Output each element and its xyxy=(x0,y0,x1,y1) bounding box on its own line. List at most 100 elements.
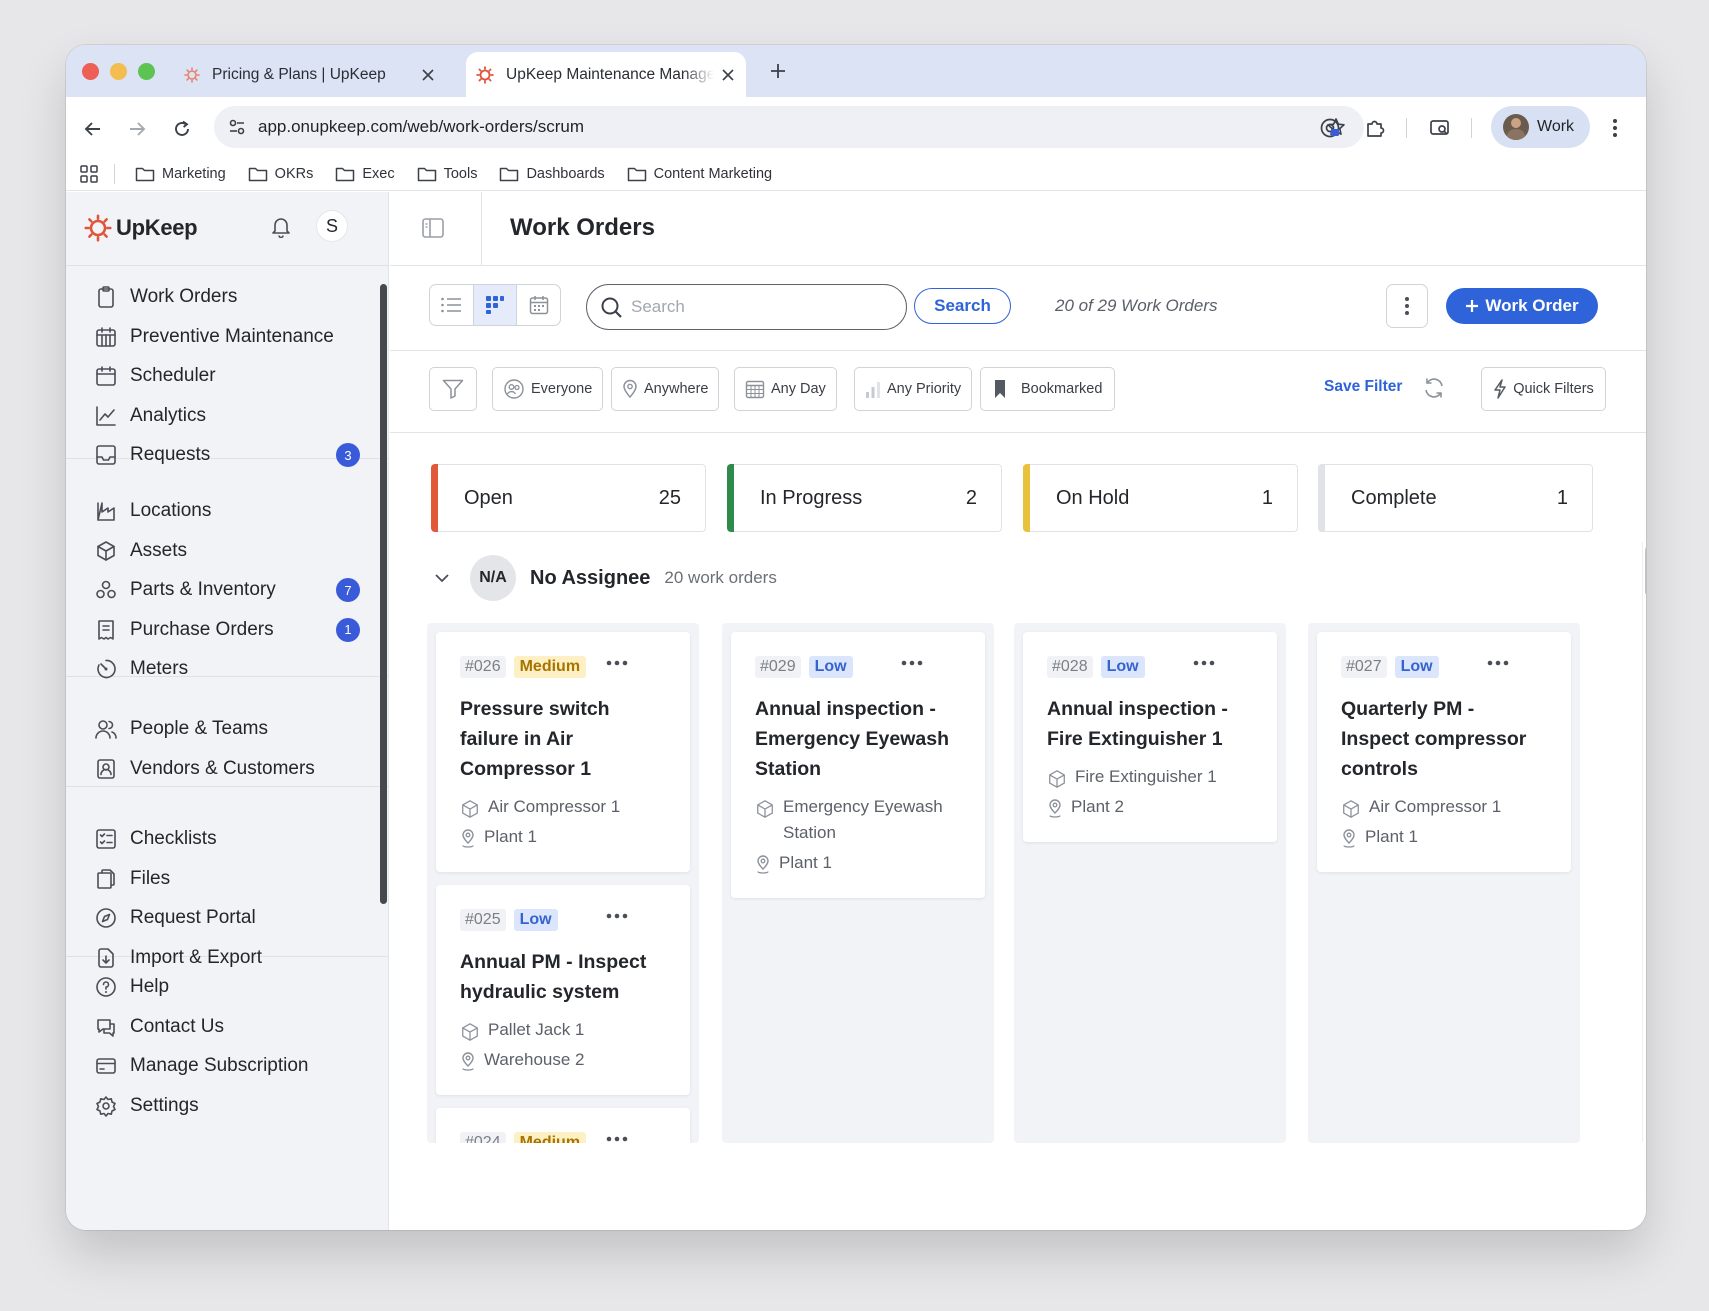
bookmark-exec[interactable]: Exec xyxy=(335,166,395,182)
status-on-hold[interactable]: On Hold 1 xyxy=(1023,464,1298,532)
sidebar-item-manage-subscription[interactable]: Manage Subscription xyxy=(94,1049,360,1083)
card-more-icon[interactable] xyxy=(606,913,628,919)
work-order-card[interactable]: #024 Medium xyxy=(436,1108,690,1143)
sidebar-item-requests[interactable]: Requests 3 xyxy=(94,438,360,472)
filter-button[interactable] xyxy=(429,367,477,411)
bookmark-marketing[interactable]: Marketing xyxy=(135,166,226,182)
count-badge: 1 xyxy=(336,617,360,642)
sidebar-item-people-and-teams[interactable]: People & Teams xyxy=(94,712,360,746)
plus-icon xyxy=(771,64,785,78)
sidebar-item-request-portal[interactable]: Request Portal xyxy=(94,901,360,935)
sidebar-item-checklists[interactable]: Checklists xyxy=(94,822,360,856)
browser-menu-icon[interactable] xyxy=(1598,111,1632,145)
calendar-view-button[interactable] xyxy=(517,285,560,325)
sidebar-item-analytics[interactable]: Analytics xyxy=(94,399,360,433)
status-count: 1 xyxy=(1556,486,1568,509)
site-settings-icon[interactable] xyxy=(228,118,246,136)
board-scrollbar[interactable] xyxy=(1645,546,1646,596)
card-more-icon[interactable] xyxy=(901,660,923,666)
more-options-button[interactable] xyxy=(1386,284,1428,328)
work-order-card[interactable]: #027 Low Quarterly PM - Inspect compress… xyxy=(1317,632,1571,872)
work-order-title: Pressure switch failure in Air Compresso… xyxy=(460,698,610,780)
kanban-board: Open 25 In Progress 2 On Hold 1 Complete… xyxy=(390,434,1646,1230)
tab-close-icon[interactable] xyxy=(722,68,734,81)
reload-button[interactable] xyxy=(166,113,198,145)
card-more-icon[interactable] xyxy=(1193,660,1215,666)
bookmark-label: Content Marketing xyxy=(653,166,773,182)
apps-grid-icon[interactable] xyxy=(80,165,98,183)
sidebar-item-contact-us[interactable]: Contact Us xyxy=(94,1010,360,1044)
work-order-card[interactable]: #028 Low Annual inspection - Fire Exting… xyxy=(1023,632,1277,842)
filter-chip-any-priority[interactable]: Any Priority xyxy=(854,367,973,411)
sidebar-item-locations[interactable]: Locations xyxy=(94,494,360,528)
bookmark-label: Marketing xyxy=(162,166,226,182)
folder-icon xyxy=(417,167,436,182)
sidebar-item-assets[interactable]: Assets xyxy=(94,534,360,568)
password-manager-icon[interactable] xyxy=(1313,111,1347,145)
bookmark-dashboards[interactable]: Dashboards xyxy=(499,166,605,182)
sidebar-item-preventive-maintenance[interactable]: Preventive Maintenance xyxy=(94,320,360,354)
back-button[interactable] xyxy=(77,113,109,145)
sidebar-item-vendors-and-customers[interactable]: Vendors & Customers xyxy=(94,752,360,786)
filter-chip-bookmarked[interactable]: Bookmarked xyxy=(980,367,1116,411)
work-order-count: 20 of 29 Work Orders xyxy=(1055,296,1218,315)
card-more-icon[interactable] xyxy=(1487,660,1509,666)
status-complete[interactable]: Complete 1 xyxy=(1318,464,1593,532)
extensions-icon[interactable] xyxy=(1358,111,1392,145)
brand-logo[interactable]: UpKeep xyxy=(84,214,198,242)
sidebar-scrollbar[interactable] xyxy=(380,284,387,904)
reset-filters-icon[interactable] xyxy=(1422,376,1446,400)
filter-chip-everyone[interactable]: Everyone xyxy=(492,367,604,411)
board-view-button[interactable] xyxy=(473,285,518,325)
status-in-progress[interactable]: In Progress 2 xyxy=(727,464,1002,532)
tab-search-icon[interactable] xyxy=(1423,111,1457,145)
sidebar-item-purchase-orders[interactable]: Purchase Orders 1 xyxy=(94,613,360,647)
work-order-card[interactable]: #026 Medium Pressure switch failure in A… xyxy=(436,632,690,872)
new-tab-button[interactable] xyxy=(766,59,790,83)
toggle-sidebar-button[interactable] xyxy=(422,218,444,238)
quick-filters-button[interactable]: Quick Filters xyxy=(1481,367,1606,411)
sidebar-item-parts-and-inventory[interactable]: Parts & Inventory 7 xyxy=(94,573,360,607)
address-bar[interactable]: app.onupkeep.com/web/work-orders/scrum xyxy=(214,106,1364,148)
work-order-card[interactable]: #029 Low Annual inspection - Emergency E… xyxy=(731,632,985,898)
search-input[interactable] xyxy=(631,297,871,317)
tab-close-icon[interactable] xyxy=(422,68,434,81)
close-window-button[interactable] xyxy=(82,63,99,80)
work-order-card[interactable]: #025 Low Annual PM - Inspect hydraulic s… xyxy=(436,885,690,1095)
bookmark-tools[interactable]: Tools xyxy=(417,166,477,182)
sidebar-item-work-orders[interactable]: Work Orders xyxy=(94,280,360,314)
status-open[interactable]: Open 25 xyxy=(431,464,706,532)
view-switcher xyxy=(429,284,561,326)
save-filter-link[interactable]: Save Filter xyxy=(1324,378,1402,396)
filter-chip-any-day[interactable]: Any Day xyxy=(734,367,837,411)
card-more-icon[interactable] xyxy=(606,1136,628,1142)
card-more-icon[interactable] xyxy=(606,660,628,666)
asset-name: Air Compressor 1 xyxy=(1369,797,1502,816)
tab-upkeep-maintenance[interactable]: UpKeep Maintenance Management xyxy=(466,52,746,97)
sidebar-item-help[interactable]: Help xyxy=(94,970,360,1004)
search-button[interactable]: Search xyxy=(914,288,1011,324)
sidebar-item-settings[interactable]: Settings xyxy=(94,1089,360,1123)
list-view-button[interactable] xyxy=(430,285,474,325)
sidebar-item-meters[interactable]: Meters xyxy=(94,652,360,686)
tab-pricing[interactable]: Pricing & Plans | UpKeep xyxy=(166,52,446,97)
meter-icon xyxy=(94,657,118,681)
sidebar-item-label: Parts & Inventory xyxy=(130,579,276,600)
profile-button[interactable]: Work xyxy=(1491,106,1590,148)
minimize-window-button[interactable] xyxy=(110,63,127,80)
collapse-group-button[interactable] xyxy=(428,573,456,583)
add-work-order-button[interactable]: Work Order xyxy=(1446,288,1598,324)
maximize-window-button[interactable] xyxy=(138,63,155,80)
user-avatar[interactable]: S xyxy=(317,211,347,241)
bookmark-content-marketing[interactable]: Content Marketing xyxy=(627,166,772,182)
bookmark-okrs[interactable]: OKRs xyxy=(248,166,313,182)
search-icon xyxy=(601,297,622,318)
board-column: #027 Low Quarterly PM - Inspect compress… xyxy=(1308,623,1580,1143)
people-icon xyxy=(94,717,118,741)
sidebar-panel-icon xyxy=(422,218,444,238)
notifications-bell-icon[interactable] xyxy=(271,216,291,238)
forward-button[interactable] xyxy=(121,113,153,145)
filter-chip-anywhere[interactable]: Anywhere xyxy=(611,367,720,411)
sidebar-item-scheduler[interactable]: Scheduler xyxy=(94,359,360,393)
sidebar-item-files[interactable]: Files xyxy=(94,862,360,896)
